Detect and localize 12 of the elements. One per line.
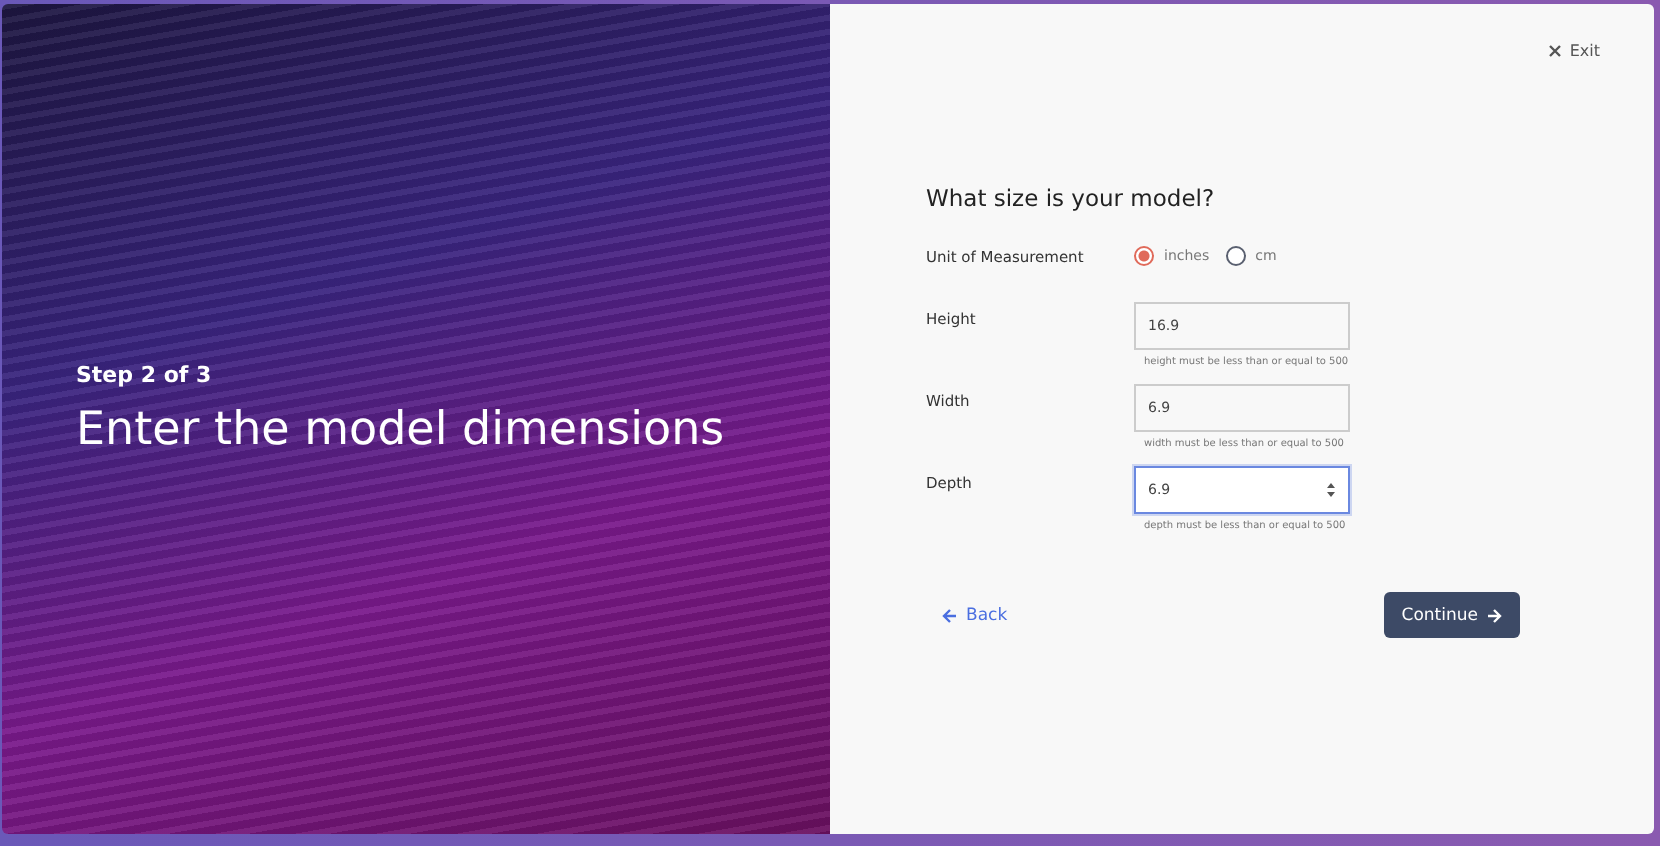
form-title: What size is your model? [926, 184, 1217, 212]
back-button[interactable]: Back [942, 605, 1008, 625]
radio-button[interactable] [1134, 246, 1154, 266]
arrow-right-icon [1486, 607, 1502, 623]
step-label: Step 2 of 3 [76, 362, 214, 388]
radio-button[interactable] [1225, 246, 1246, 266]
spinner-icon[interactable] [1326, 482, 1336, 498]
close-icon [1547, 44, 1562, 58]
exit-button[interactable]: Exit [1547, 42, 1600, 60]
page-title: Enter the model dimensions [76, 404, 725, 456]
continue-button[interactable]: Continue [1383, 592, 1520, 638]
arrow-left-icon [942, 607, 958, 623]
